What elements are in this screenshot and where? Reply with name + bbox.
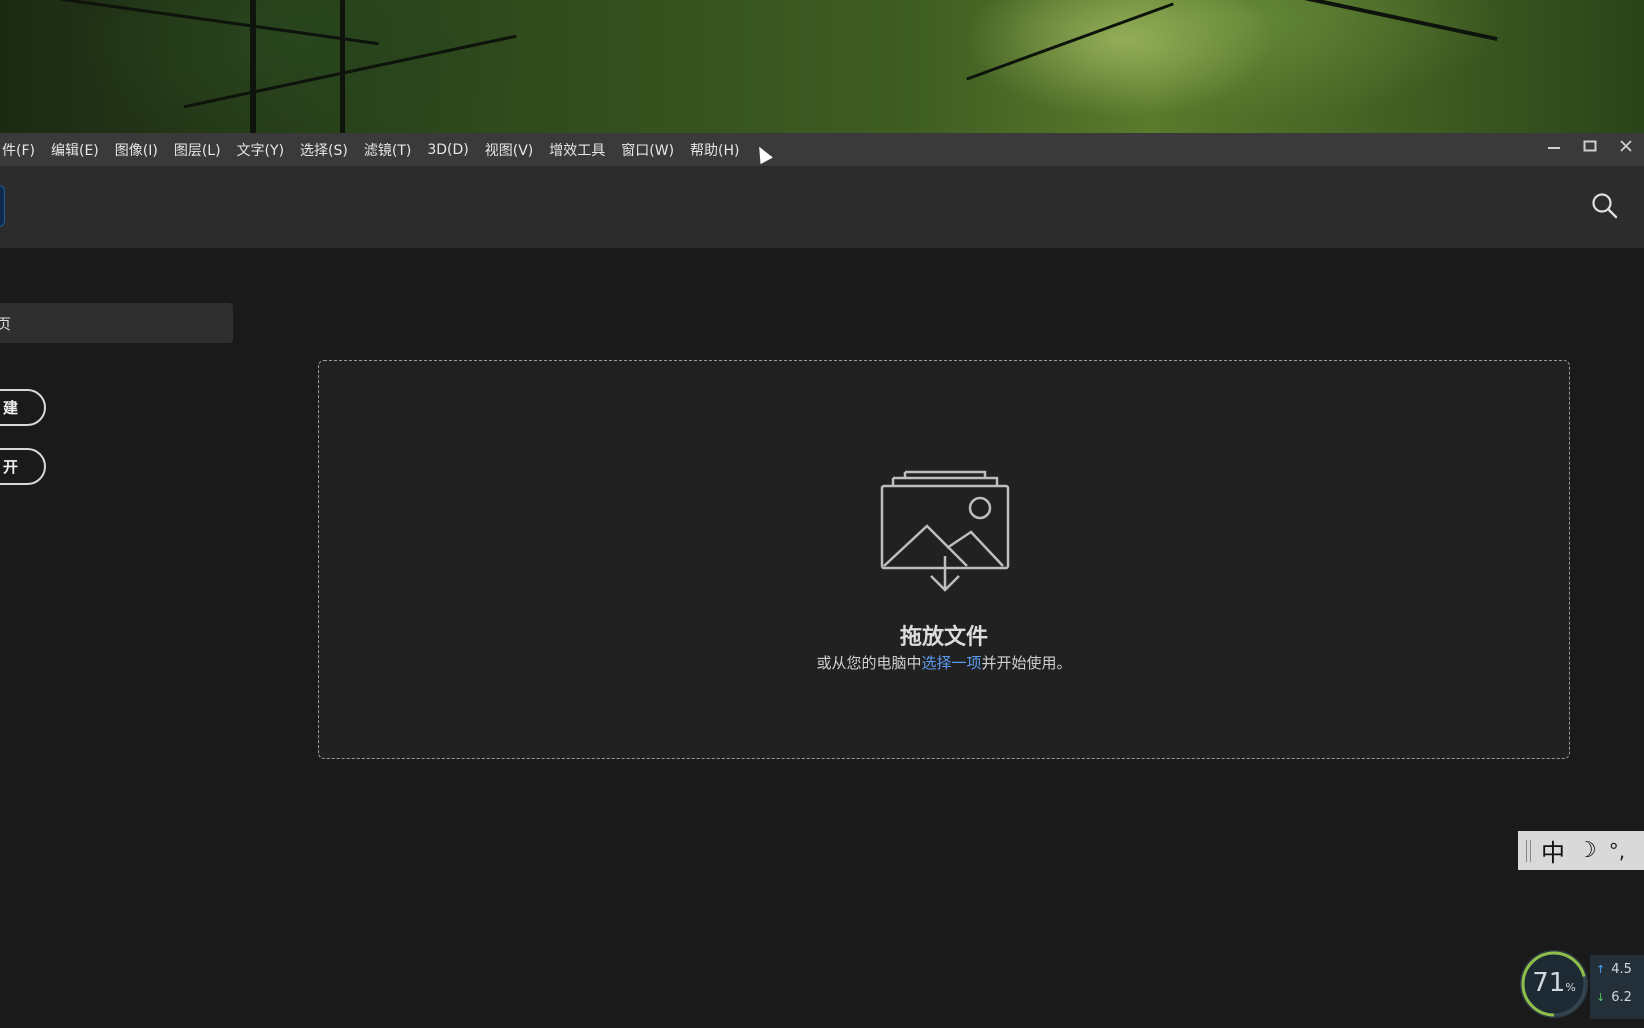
cpu-usage-gauge[interactable]: 71% xyxy=(1520,950,1588,1018)
download-arrow-icon: ↓ xyxy=(1596,990,1606,1004)
restore-icon[interactable] xyxy=(1572,135,1608,157)
ime-mode-toggle[interactable]: 中 xyxy=(1541,833,1565,868)
ime-punct-toggle[interactable]: °, xyxy=(1609,839,1625,863)
menu-view[interactable]: 视图(V) xyxy=(477,133,542,166)
close-icon[interactable] xyxy=(1608,135,1644,157)
drop-subtitle-suffix: 并开始使用。 xyxy=(981,654,1072,672)
cpu-usage-value: 71% xyxy=(1520,968,1588,998)
upload-row: ↑ 4.5 xyxy=(1590,955,1644,983)
drop-title: 拖放文件 xyxy=(899,625,988,650)
menu-filter[interactable]: 滤镜(T) xyxy=(356,133,419,166)
file-drop-zone[interactable]: 拖放文件 或从您的电脑中选择一项并开始使用。 xyxy=(318,360,1570,759)
top-toolbar xyxy=(0,167,1644,248)
sidebar-home-label: 页 xyxy=(0,314,12,333)
upload-speed: 4.5 xyxy=(1611,961,1632,977)
sidebar-item-home[interactable]: 页 xyxy=(0,303,233,343)
cpu-percent-unit: % xyxy=(1565,981,1576,994)
new-file-label: 建 xyxy=(2,399,18,417)
menu-layer[interactable]: 图层(L) xyxy=(166,133,229,166)
upload-arrow-icon: ↑ xyxy=(1596,962,1606,976)
menu-bar: 件(F) 编辑(E) 图像(I) 图层(L) 文字(Y) 选择(S) 滤镜(T)… xyxy=(0,133,1644,167)
desktop-wallpaper xyxy=(0,0,1644,133)
image-drop-icon xyxy=(879,464,1011,594)
ime-toolbar: 中 ☽ °, xyxy=(1518,831,1644,870)
menu-type[interactable]: 文字(Y) xyxy=(229,133,292,166)
ime-grip-handle[interactable] xyxy=(1526,839,1531,862)
menu-items: 件(F) 编辑(E) 图像(I) 图层(L) 文字(Y) 选择(S) 滤镜(T)… xyxy=(0,133,748,166)
menu-help[interactable]: 帮助(H) xyxy=(682,133,747,166)
menu-edit[interactable]: 编辑(E) xyxy=(43,133,107,166)
new-file-button[interactable]: 建 xyxy=(0,389,46,426)
network-speed-panel: ↑ 4.5 ↓ 6.2 xyxy=(1590,955,1644,1019)
select-file-link[interactable]: 选择一项 xyxy=(921,654,981,672)
minimize-icon[interactable] xyxy=(1536,135,1572,157)
drop-subtitle-prefix: 或从您的电脑中 xyxy=(816,654,922,672)
menu-select[interactable]: 选择(S) xyxy=(292,133,356,166)
cpu-percent-number: 71 xyxy=(1532,968,1566,998)
open-file-label: 开 xyxy=(2,458,18,476)
menu-plugins[interactable]: 增效工具 xyxy=(541,133,613,166)
menu-file[interactable]: 件(F) xyxy=(0,133,43,166)
drop-subtitle: 或从您的电脑中选择一项并开始使用。 xyxy=(319,652,1569,673)
window-controls xyxy=(1536,133,1644,166)
search-icon[interactable] xyxy=(1590,191,1620,221)
moon-icon[interactable]: ☽ xyxy=(1577,838,1597,863)
download-speed: 6.2 xyxy=(1611,989,1632,1005)
download-row: ↓ 6.2 xyxy=(1590,983,1644,1011)
menu-window[interactable]: 窗口(W) xyxy=(613,133,682,166)
menu-image[interactable]: 图像(I) xyxy=(107,133,166,166)
menu-3d[interactable]: 3D(D) xyxy=(419,133,476,166)
app-logo[interactable] xyxy=(0,185,5,227)
open-file-button[interactable]: 开 xyxy=(0,448,46,485)
